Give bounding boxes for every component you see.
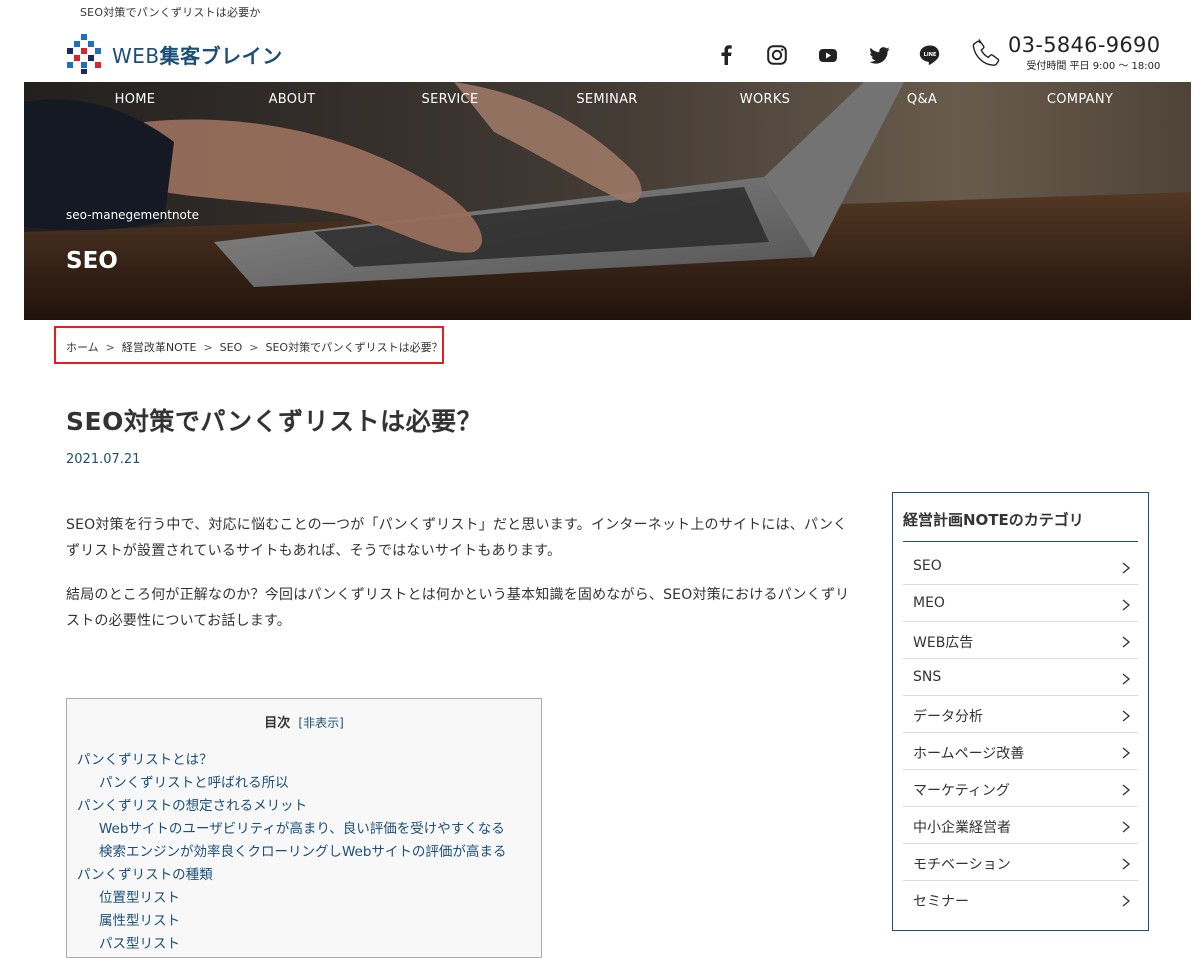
toc-toggle-button[interactable]: [非表示]: [298, 716, 343, 730]
sidebar-category-item[interactable]: SEO: [903, 549, 1138, 585]
nav-item-company[interactable]: COMPANY: [1047, 92, 1113, 107]
toc-toggle-label: 非表示: [303, 716, 340, 730]
sidebar-category-item[interactable]: モチベーション: [903, 845, 1138, 881]
toc-subitem[interactable]: パス型リスト: [77, 933, 506, 956]
category-sidebar: 経営計画NOTEのカテゴリ SEO MEO WEB広告 SNS データ分析ホームページ改…: [892, 492, 1149, 931]
nav-item-service[interactable]: SERVICE: [422, 92, 479, 107]
breadcrumb-separator: >: [105, 340, 115, 354]
article-date: 2021.07.21: [66, 452, 141, 467]
toc-item[interactable]: パンくずリストとは？: [77, 749, 506, 772]
hero-banner: HOME ABOUT SERVICE SEMINAR WORKS Q&A COM…: [24, 82, 1191, 320]
chevron-right-icon: [1122, 673, 1131, 685]
breadcrumb-item-note[interactable]: 経営改革NOTE: [122, 339, 197, 355]
breadcrumb: ホーム > 経営改革NOTE > SEO > SEO対策でパンくずリストは必要？: [66, 339, 443, 355]
phone-number: 03-5846-9690: [1008, 33, 1161, 57]
main-nav: HOME ABOUT SERVICE SEMINAR WORKS Q&A COM…: [24, 82, 1191, 118]
sidebar-title: 経営計画NOTEのカテゴリ: [903, 511, 1084, 529]
phone-contact[interactable]: 03-5846-9690 受付時間 平日 9:00 〜 18:00: [972, 34, 1160, 72]
breadcrumb-separator: >: [203, 340, 213, 354]
category-list: SEO MEO WEB広告 SNS データ分析ホームページ改善 マーケティング 中小企業経営…: [903, 549, 1138, 919]
toc-header: 目次 [非表示]: [67, 712, 541, 731]
toc-subitem[interactable]: 属性型リスト: [77, 910, 506, 933]
site-logo[interactable]: WEB集客ブレイン: [64, 34, 283, 74]
sidebar-category-label: マーケティング: [913, 783, 1010, 799]
chevron-right-icon: [1122, 895, 1131, 907]
nav-item-home[interactable]: HOME: [115, 92, 156, 107]
nav-item-qa[interactable]: Q&A: [907, 92, 937, 107]
logo-text-jp: 集客ブレイン: [159, 43, 283, 68]
twitter-icon[interactable]: [865, 44, 893, 66]
toc-subitem[interactable]: 位置型リスト: [77, 887, 506, 910]
sidebar-category-item[interactable]: SNS: [903, 660, 1138, 696]
line-icon-text: LINE: [924, 52, 937, 58]
toc-subitem[interactable]: Webサイトのユーザビリティが高まり、良い評価を受けやすくなる: [77, 818, 506, 841]
chevron-right-icon: [1122, 821, 1131, 833]
article-paragraph-2: 結局のところ何が正解なのか？今回はパンくずリストとは何かという基本知識を固めなが…: [66, 587, 850, 629]
line-icon[interactable]: LINE: [916, 44, 944, 66]
nav-item-about[interactable]: ABOUT: [269, 92, 316, 107]
logo-text: WEB集客ブレイン: [112, 40, 283, 69]
toc-item[interactable]: パンくずリストの想定されるメリット: [77, 795, 506, 818]
toc-subitem[interactable]: 検索エンジンが効率良くクローリングしWebサイトの評価が高まる: [77, 841, 506, 864]
sidebar-category-label: 中小企業経営者: [913, 820, 1011, 836]
chevron-right-icon: [1122, 599, 1131, 611]
chevron-right-icon: [1122, 636, 1131, 648]
social-links: LINE: [712, 44, 967, 66]
toc-title: 目次: [264, 716, 291, 731]
sidebar-category-item[interactable]: マーケティング: [903, 771, 1138, 807]
sidebar-divider: [903, 541, 1138, 542]
sidebar-category-label: ホームページ改善: [913, 746, 1025, 762]
chevron-right-icon: [1122, 747, 1131, 759]
sidebar-category-item[interactable]: WEB広告: [903, 623, 1138, 659]
pixel-mosaic-logo-icon: [67, 34, 101, 74]
phone-hours: 受付時間 平日 9:00 〜 18:00: [1026, 61, 1161, 72]
sidebar-category-item[interactable]: MEO: [903, 586, 1138, 622]
instagram-icon[interactable]: [763, 44, 791, 66]
breadcrumb-item-seo[interactable]: SEO: [220, 341, 243, 354]
hero-subtitle: seo-manegementnote: [66, 208, 199, 222]
sidebar-category-label: SNS: [913, 669, 942, 685]
hero-title: SEO: [66, 248, 118, 274]
sidebar-category-label: MEO: [913, 595, 945, 611]
phone-icon: [972, 38, 1000, 66]
site-header: WEB集客ブレイン LINE 03-5846-9690 受付時間 平日 9:00…: [0, 26, 1200, 82]
sidebar-category-item[interactable]: セミナー: [903, 882, 1138, 918]
sidebar-category-item[interactable]: データ分析: [903, 697, 1138, 733]
chevron-right-icon: [1122, 858, 1131, 870]
site-tagline: SEO対策でパンくずリストは必要か: [80, 6, 261, 19]
sidebar-category-label: SEO: [913, 558, 942, 574]
sidebar-category-label: モチベーション: [913, 857, 1011, 873]
article-title: SEO対策でパンくずリストは必要？: [66, 407, 483, 436]
chevron-right-icon: [1122, 710, 1131, 722]
chevron-right-icon: [1122, 784, 1131, 796]
sidebar-category-label: セミナー: [913, 894, 969, 910]
toc-item[interactable]: パンくずリストの種類: [77, 864, 506, 887]
breadcrumb-item-home[interactable]: ホーム: [66, 339, 99, 355]
article-paragraph-1: SEO対策を行う中で、対応に悩むことの一つが「パンくずリスト」だと思います。イン…: [66, 517, 848, 559]
sidebar-category-label: WEB広告: [913, 635, 974, 651]
sidebar-category-label: データ分析: [913, 709, 983, 725]
breadcrumb-separator: >: [249, 340, 259, 354]
logo-text-latin: WEB: [112, 43, 160, 68]
facebook-icon[interactable]: [712, 44, 740, 66]
toc-list: パンくずリストとは？ パンくずリストと呼ばれる所以 パンくずリストの想定されるメ…: [77, 749, 506, 956]
phone-details: 03-5846-9690 受付時間 平日 9:00 〜 18:00: [1008, 34, 1160, 72]
sidebar-category-item[interactable]: ホームページ改善: [903, 734, 1138, 770]
breadcrumb-item-current: SEO対策でパンくずリストは必要？: [265, 341, 443, 354]
toc-subitem[interactable]: パンくずリストと呼ばれる所以: [77, 772, 506, 795]
youtube-icon[interactable]: [814, 44, 842, 66]
table-of-contents: 目次 [非表示] パンくずリストとは？ パンくずリストと呼ばれる所以 パンくずリ…: [66, 698, 542, 958]
chevron-right-icon: [1122, 562, 1131, 574]
nav-item-seminar[interactable]: SEMINAR: [576, 92, 637, 107]
sidebar-category-item[interactable]: 中小企業経営者: [903, 808, 1138, 844]
nav-item-works[interactable]: WORKS: [740, 92, 790, 107]
toc-toggle-close: ]: [339, 716, 344, 730]
